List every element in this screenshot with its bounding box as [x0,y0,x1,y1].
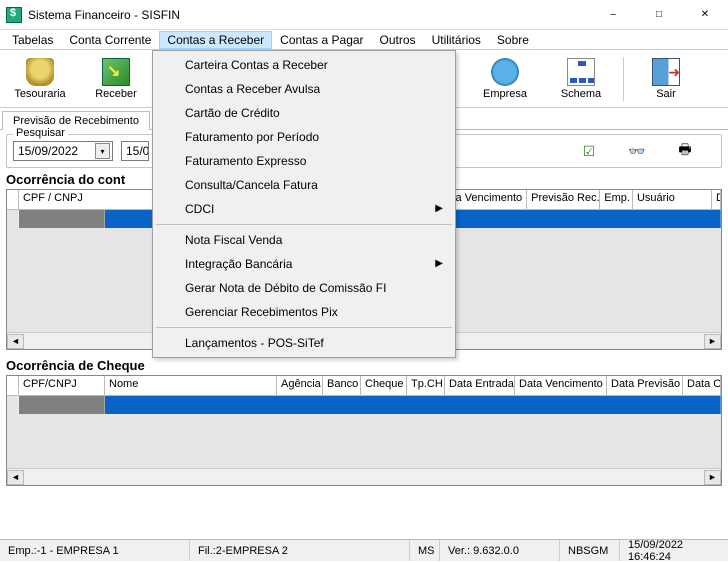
dropdown-icon[interactable]: ▾ [95,143,110,159]
grid2-body[interactable] [7,396,721,468]
close-button[interactable]: ✕ [682,0,728,29]
status-user: NBSGM [560,540,620,561]
menu-item-avulsa[interactable]: Contas a Receber Avulsa [155,77,453,101]
menu-item-pos-sitef[interactable]: Lançamentos - POS-SiTef [155,331,453,355]
grid-ocorrencia-cheque: CPF/CNPJ Nome Agência Banco Cheque Tp.CH… [6,375,722,486]
exit-icon [652,58,680,86]
tool-label: Receber [95,88,137,100]
col2-nome[interactable]: Nome [105,376,277,395]
tool-label: Tesouraria [14,88,65,100]
date-to-value: 15/09/2022 [126,144,149,158]
col2-banco[interactable]: Banco [323,376,361,395]
money-bag-icon [26,58,54,86]
date-to-input[interactable]: 15/09/2022 [121,141,149,161]
title-bar: Sistema Financeiro - SISFIN – □ ✕ [0,0,728,30]
menu-item-consulta-cancela[interactable]: Consulta/Cancela Fatura [155,173,453,197]
menu-item-fat-periodo[interactable]: Faturamento por Período [155,125,453,149]
date-from-input[interactable]: 15/09/2022 ▾ [13,141,113,161]
table-row[interactable] [7,396,721,414]
menu-utilitarios[interactable]: Utilitários [424,31,489,49]
menu-item-cartao-credito[interactable]: Cartão de Crédito [155,101,453,125]
menu-bar: Tabelas Conta Corrente Contas a Receber … [0,30,728,50]
menu-sobre[interactable]: Sobre [489,31,537,49]
app-icon [6,7,22,23]
status-empresa: Emp.:-1 - EMPRESA 1 [0,540,190,561]
menu-outros[interactable]: Outros [372,31,424,49]
col2-agencia[interactable]: Agência [277,376,323,395]
menu-conta-corrente[interactable]: Conta Corrente [61,31,159,49]
status-bar: Emp.:-1 - EMPRESA 1 Fil.:2-EMPRESA 2 MS … [0,539,728,561]
menu-item-recebimentos-pix[interactable]: Gerenciar Recebimentos Pix [155,300,453,324]
grid2-header: CPF/CNPJ Nome Agência Banco Cheque Tp.CH… [7,376,721,396]
menu-item-cdci[interactable]: CDCI ▶ [155,197,453,221]
menu-item-integracao-bancaria[interactable]: Integração Bancária ▶ [155,252,453,276]
toolbar-separator [623,57,624,101]
globe-icon [491,58,519,86]
menu-item-nota-debito-comissao[interactable]: Gerar Nota de Débito de Comissão FI [155,276,453,300]
status-datetime: 15/09/2022 16:46:24 [620,540,728,561]
tool-label: Schema [561,88,601,100]
tool-empresa[interactable]: Empresa [469,52,541,106]
tool-tesouraria[interactable]: Tesouraria [4,52,76,106]
menu-separator [156,224,452,225]
col2-data-ocorr[interactable]: Data Ocorrê ▲ [683,376,721,395]
status-version: Ver.: 9.632.0.0 [440,540,560,561]
col-usuario[interactable]: Usuário [633,190,712,209]
window-title: Sistema Financeiro - SISFIN [28,8,590,22]
status-ms: MS [410,540,440,561]
scroll-right-icon[interactable]: ► [704,470,721,485]
menu-item-carteira[interactable]: Carteira Contas a Receber [155,53,453,77]
col2-data-entrada[interactable]: Data Entrada [445,376,515,395]
col-emp[interactable]: Emp. [600,190,633,209]
menu-tabelas[interactable]: Tabelas [4,31,61,49]
print-icon[interactable]: 🖶 [675,142,695,160]
chevron-right-icon: ▶ [435,258,443,269]
col2-cheque[interactable]: Cheque [361,376,407,395]
date-from-value: 15/09/2022 [18,144,78,158]
tool-label: Sair [656,88,676,100]
receive-icon [102,58,130,86]
scroll-right-icon[interactable]: ► [704,334,721,349]
col2-tpch[interactable]: Tp.CH [407,376,445,395]
maximize-button[interactable]: □ [636,0,682,29]
col2-cpf[interactable]: CPF/CNPJ [19,376,105,395]
search-legend: Pesquisar [13,127,68,139]
scroll-left-icon[interactable]: ◄ [7,334,24,349]
scroll-left-icon[interactable]: ◄ [7,470,24,485]
window-controls: – □ ✕ [590,0,728,29]
col2-data-venc[interactable]: Data Vencimento [515,376,607,395]
col2-data-prev[interactable]: Data Previsão [607,376,683,395]
binoculars-icon[interactable]: 👓 [627,142,647,160]
schema-icon [567,58,595,86]
grid2-hscroll[interactable]: ◄ ► [7,468,721,485]
menu-separator [156,327,452,328]
menu-contas-a-pagar[interactable]: Contas a Pagar [272,31,371,49]
col-cpf-cnpj[interactable]: CPF / CNPJ [19,190,162,209]
menu-item-nf-venda[interactable]: Nota Fiscal Venda [155,228,453,252]
menu-contas-a-receber-dropdown: Carteira Contas a Receber Contas a Receb… [152,50,456,358]
menu-contas-a-receber[interactable]: Contas a Receber [159,31,272,49]
chevron-right-icon: ▶ [435,203,443,214]
tool-sair[interactable]: Sair [630,52,702,106]
menu-item-fat-expresso[interactable]: Faturamento Expresso [155,149,453,173]
minimize-button[interactable]: – [590,0,636,29]
col-previsao[interactable]: Previsão Rec. [527,190,600,209]
status-filial: Fil.:2-EMPRESA 2 [190,540,410,561]
confirm-icon[interactable]: ☑ [579,142,599,160]
tool-label: Empresa [483,88,527,100]
col-data[interactable]: Da [712,190,721,209]
tool-receber[interactable]: Receber [80,52,152,106]
tool-schema[interactable]: Schema [545,52,617,106]
grid2-title: Ocorrência de Cheque [0,356,728,375]
